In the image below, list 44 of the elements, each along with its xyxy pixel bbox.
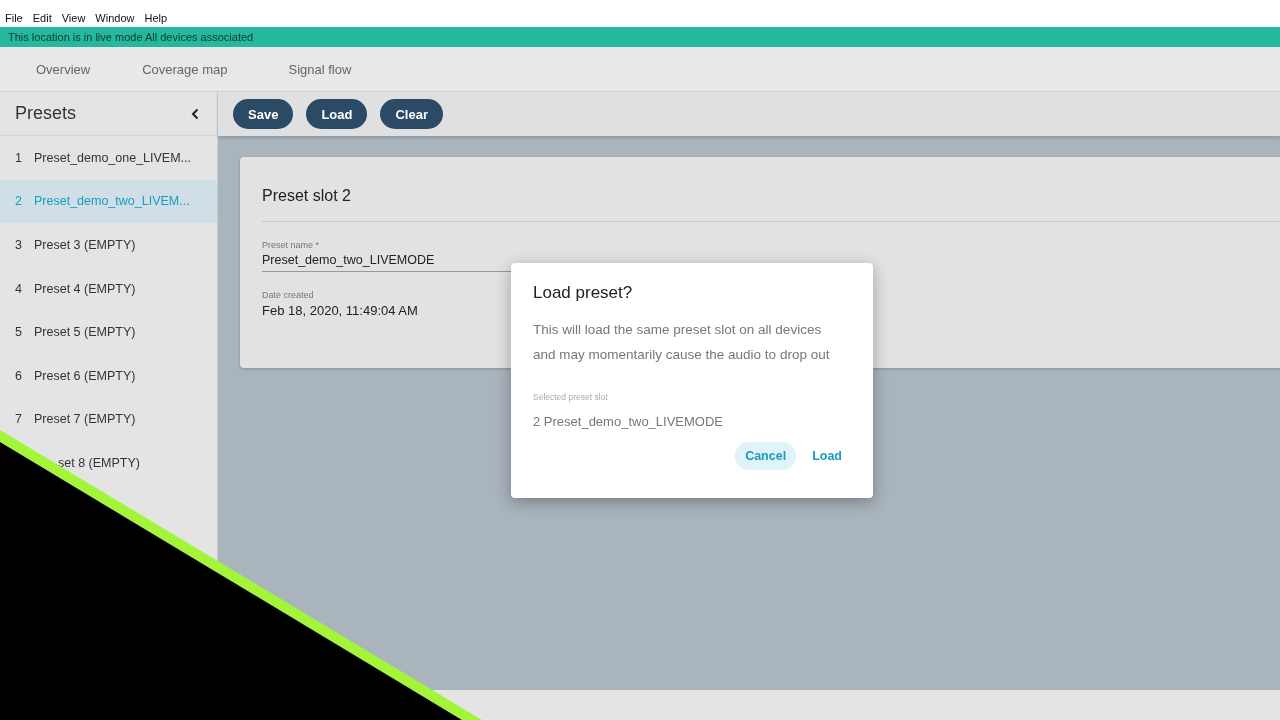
toolbar-button[interactable]: Clear (380, 99, 443, 129)
preset-label: Preset 4 (EMPTY) (34, 281, 136, 296)
collapse-icon[interactable] (191, 107, 199, 120)
status-banner: This location is in live mode All devices associated (0, 27, 1280, 47)
card-title: Preset slot 2 (262, 186, 352, 206)
dialog-title: Load preset? (533, 283, 634, 303)
field-value: Feb 18, 2020, 11:49:04 AM (262, 303, 419, 318)
menu-item[interactable]: View (61, 11, 86, 24)
preset-label: Preset_demo_one_LIVEM... (34, 150, 192, 165)
field-value: 2 Preset_demo_two_LIVEMODE (533, 414, 725, 429)
preset-item[interactable]: 7 Preset 7 (EMPTY) (0, 397, 217, 442)
preset-item[interactable]: 5 Preset 5 (EMPTY) (0, 310, 217, 354)
sidebar-title: Presets (15, 103, 77, 124)
toolbar-button[interactable]: Load (306, 99, 368, 129)
preset-item[interactable]: 4 Preset 4 (EMPTY) (0, 266, 217, 311)
preset-number: 6 (15, 368, 23, 383)
preset-label: Preset_demo_two_LIVEM... (34, 194, 190, 209)
toolbar-button[interactable]: Save (233, 99, 294, 129)
preset-item[interactable]: set 8 (EMPTY) (58, 455, 140, 470)
nav-tab[interactable]: Coverage map (115, 61, 250, 77)
menu-item[interactable]: Window (95, 11, 135, 24)
preset-number: 7 (15, 412, 23, 427)
dialog-message: This will load the same preset slot on all devices and may momentarily cause the audio to drop out (533, 321, 831, 364)
menu-item[interactable]: File (5, 11, 23, 24)
preset-label: Preset 7 (EMPTY) (34, 412, 136, 427)
preset-item[interactable]: 3 Preset 3 (EMPTY) (0, 223, 217, 267)
field-label: Selected preset slot (533, 392, 609, 402)
field-label: Preset name * (262, 240, 321, 250)
nav-tab[interactable]: Overview (0, 61, 113, 77)
preset-number: 4 (15, 281, 23, 296)
preset-number: 2 (15, 194, 23, 209)
preset-number: 5 (15, 325, 23, 340)
preset-item[interactable]: 6 Preset 6 (EMPTY) (0, 353, 217, 398)
preset-label: Preset 5 (EMPTY) (34, 325, 136, 340)
input-field[interactable]: Preset_demo_two_LIVEMODE (262, 253, 512, 272)
preset-label: Preset 3 (EMPTY) (34, 238, 136, 252)
nav-tab[interactable]: Signal flow (252, 61, 374, 77)
menu-item[interactable]: Edit (32, 11, 52, 24)
preset-number: 3 (15, 238, 23, 252)
preset-label: Preset 6 (EMPTY) (34, 368, 136, 383)
menu-item[interactable]: Help (144, 11, 168, 24)
field-label: Date created (262, 290, 315, 300)
preset-number: 1 (15, 150, 23, 165)
preset-item[interactable]: 1 Preset_demo_one_LIVEM... (0, 136, 217, 180)
